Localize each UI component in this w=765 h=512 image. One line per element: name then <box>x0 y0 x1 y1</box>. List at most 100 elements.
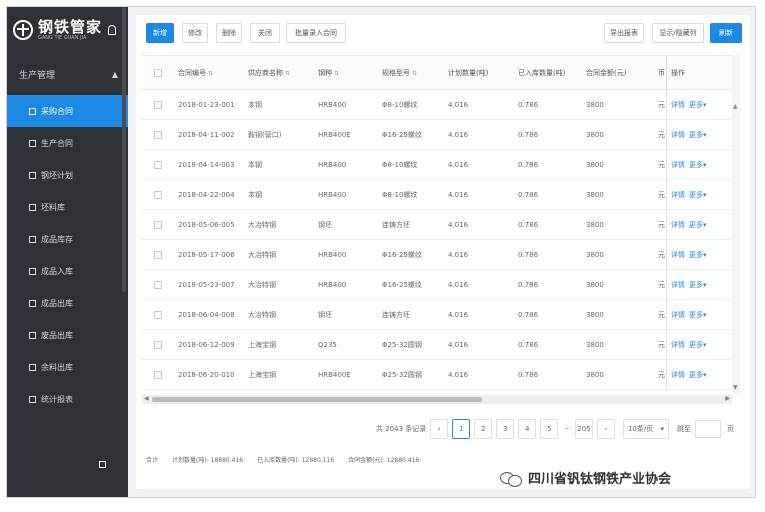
table-cell: 本钢 <box>248 160 262 169</box>
sort-icon[interactable]: ⇅ <box>285 70 290 77</box>
next-page-button[interactable]: › <box>596 419 615 439</box>
sort-icon[interactable]: ⇅ <box>208 70 213 77</box>
page-last[interactable]: 205 <box>574 419 593 439</box>
row-checkbox[interactable] <box>154 310 162 319</box>
sort-icon[interactable]: ⇅ <box>334 70 339 77</box>
export-button[interactable]: 导出报表 <box>604 23 644 43</box>
row-checkbox[interactable] <box>154 100 162 109</box>
more-link[interactable]: 更多▾ <box>689 100 707 110</box>
table-cell: 0.786 <box>518 250 539 259</box>
table-cell: 鞍钢(营口) <box>248 130 282 139</box>
detail-link[interactable]: 详情 <box>671 100 685 110</box>
table-row[interactable]: 2018-01-23-001 本钢 HRB400 Φ8-10螺纹 4.016 0.786 3… <box>142 90 737 120</box>
sidebar-item-2[interactable]: 钢坯计划 <box>7 159 128 191</box>
table-row[interactable]: 2018-04-14-003 本钢 HRB400 Φ8-10螺纹 4.016 0.786 3… <box>142 150 737 180</box>
detail-link[interactable]: 详情 <box>671 160 685 170</box>
sidebar-scrollbar[interactable] <box>122 7 126 292</box>
table-cell: 本钢 <box>248 100 262 109</box>
column-toggle-button[interactable]: 显示/隐藏列 <box>652 23 704 43</box>
bell-icon[interactable] <box>108 25 117 35</box>
add-button[interactable]: 新增 <box>146 23 174 43</box>
table-row[interactable]: 2018-05-17-006 大冶特钢 HRB400 Φ16-25螺纹 4.016 0.7… <box>142 240 737 270</box>
more-link[interactable]: 更多▾ <box>689 310 707 320</box>
horizontal-scrollbar[interactable]: ◀ ▶ <box>142 395 732 404</box>
table-row[interactable]: 2018-04-11-002 鞍钢(营口) HRB400E Φ16-25螺纹 4.016… <box>142 120 737 150</box>
page-jump-input[interactable] <box>694 420 721 438</box>
horizontal-scroll-thumb[interactable] <box>152 397 482 402</box>
sidebar-item-7[interactable]: 废品出库 <box>7 319 128 351</box>
delete-button[interactable]: 删除 <box>216 23 242 43</box>
scroll-up-icon[interactable]: ▲ <box>733 103 738 110</box>
detail-link[interactable]: 详情 <box>671 190 685 200</box>
header-supplier[interactable]: 供应商名称 ⇅ <box>244 68 314 78</box>
vertical-scrollbar[interactable]: ▲ ▼ <box>732 55 740 393</box>
header-currency[interactable]: 币 <box>654 68 666 78</box>
menu-group-production[interactable]: 生产管理 ▲ <box>7 53 128 95</box>
header-planned-qty[interactable]: 计划数量(吨) <box>444 68 514 78</box>
row-checkbox[interactable] <box>154 250 162 259</box>
detail-link[interactable]: 详情 <box>671 280 685 290</box>
table-row[interactable]: 2018-06-20-010 上海宝钢 HRB400E Φ25-32圆钢 4.016 0.… <box>142 360 737 390</box>
scroll-right-icon[interactable]: ▶ <box>725 395 730 402</box>
sidebar-item-3[interactable]: 坯料库 <box>7 191 128 223</box>
pagination: 共 2043 条记录 ‹ 1 2 3 4 5 ··· 205 › 10条/页 ▾… <box>376 419 734 439</box>
header-amount[interactable]: 合同金额(元) <box>582 68 654 78</box>
edit-button[interactable]: 修改 <box>182 23 208 43</box>
more-link[interactable]: 更多▾ <box>689 280 707 290</box>
header-contract-no[interactable]: 合同编号 ⇅ <box>174 68 244 78</box>
refresh-button[interactable]: 刷新 <box>710 23 742 43</box>
table-row[interactable]: 2018-05-23-007 大冶特钢 HRB400 Φ16-25螺纹 4.016 0.7… <box>142 270 737 300</box>
header-steel-grade[interactable]: 钢种 ⇅ <box>314 68 378 78</box>
prev-page-button[interactable]: ‹ <box>430 419 449 439</box>
batch-entry-button[interactable]: 批量录入合同 <box>286 23 346 43</box>
page-5[interactable]: 5 <box>540 419 559 439</box>
row-checkbox[interactable] <box>154 340 162 349</box>
more-link[interactable]: 更多▾ <box>689 160 707 170</box>
more-link[interactable]: 更多▾ <box>689 340 707 350</box>
page-2[interactable]: 2 <box>474 419 493 439</box>
more-link[interactable]: 更多▾ <box>689 190 707 200</box>
detail-link[interactable]: 详情 <box>671 310 685 320</box>
page-3[interactable]: 3 <box>496 419 515 439</box>
detail-link[interactable]: 详情 <box>671 370 685 380</box>
sidebar-item-4[interactable]: 成品库存 <box>7 223 128 255</box>
table-row[interactable]: 2018-06-12-009 上海宝钢 Q235 Φ25-32圆钢 4.016 0.786… <box>142 330 737 360</box>
table-row[interactable]: 2018-05-06-005 大冶特钢 钢坯 连铸方坯 4.016 0.786 3800 元详… <box>142 210 737 240</box>
sidebar-item-0[interactable]: 采购合同 <box>7 95 128 127</box>
more-link[interactable]: 更多▾ <box>689 250 707 260</box>
sidebar-item-5[interactable]: 成品入库 <box>7 255 128 287</box>
detail-link[interactable]: 详情 <box>671 220 685 230</box>
row-checkbox[interactable] <box>154 370 162 379</box>
page-4[interactable]: 4 <box>518 419 537 439</box>
row-checkbox[interactable] <box>154 130 162 139</box>
table-cell: 0.786 <box>518 310 539 319</box>
sidebar-item-1[interactable]: 生产合同 <box>7 127 128 159</box>
detail-link[interactable]: 详情 <box>671 250 685 260</box>
detail-link[interactable]: 详情 <box>671 130 685 140</box>
row-checkbox[interactable] <box>154 160 162 169</box>
sidebar-item-8[interactable]: 余料出库 <box>7 351 128 383</box>
scroll-left-icon[interactable]: ◀ <box>144 395 149 402</box>
collapse-icon[interactable] <box>99 461 106 468</box>
sidebar-item-9[interactable]: 统计报表 <box>7 383 128 415</box>
sort-icon[interactable]: ⇅ <box>412 70 417 77</box>
more-link[interactable]: 更多▾ <box>689 370 707 380</box>
more-link[interactable]: 更多▾ <box>689 220 707 230</box>
table-row[interactable]: 2018-04-22-004 本钢 HRB400 Φ8-10螺纹 4.016 0.786 3… <box>142 180 737 210</box>
header-received-qty[interactable]: 已入库数量(吨) <box>514 68 582 78</box>
detail-link[interactable]: 详情 <box>671 340 685 350</box>
table-row[interactable]: 2018-06-04-008 大冶特钢 钢坯 连铸方坯 4.016 0.786 3800 元详… <box>142 300 737 330</box>
close-button[interactable]: 关闭 <box>250 23 280 43</box>
scroll-down-icon[interactable]: ▼ <box>733 384 738 391</box>
row-checkbox[interactable] <box>154 190 162 199</box>
row-checkbox[interactable] <box>154 280 162 289</box>
row-checkbox[interactable] <box>154 220 162 229</box>
page-1[interactable]: 1 <box>452 419 471 439</box>
sidebar-item-6[interactable]: 成品出库 <box>7 287 128 319</box>
header-spec[interactable]: 规格型号 ⇅ <box>378 68 444 78</box>
table-cell: HRB400 <box>318 190 347 199</box>
more-link[interactable]: 更多▾ <box>689 130 707 140</box>
page-size-select[interactable]: 10条/页 ▾ <box>622 419 669 439</box>
page-ellipsis[interactable]: ··· <box>564 425 571 433</box>
select-all-checkbox[interactable] <box>154 68 162 77</box>
